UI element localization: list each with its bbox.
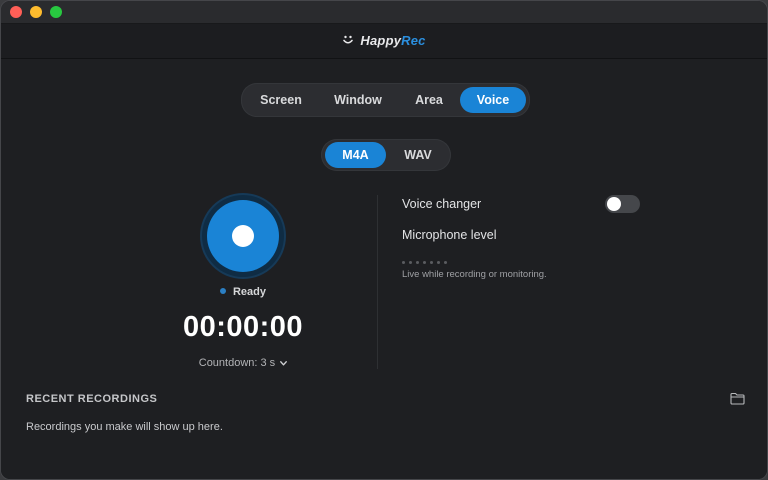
mode-screen-tab[interactable]: Screen [245,87,317,113]
record-icon [232,225,254,247]
status-dot-icon [219,288,226,294]
microphone-level-label: Microphone level [402,228,497,242]
microphone-level-meter [402,261,451,264]
chevron-down-icon [280,358,288,368]
meter-dot [402,261,405,264]
main-panel: Screen Window Area Voice M4A WAV Ready 0… [1,59,767,479]
recording-status: Ready [201,286,285,298]
folder-icon[interactable] [730,392,745,405]
window-titlebar[interactable] [1,1,767,24]
format-m4a-tab[interactable]: M4A [325,142,386,168]
recording-timer: 00:00:00 [182,311,304,343]
meter-dot [409,261,412,264]
meter-dot [423,261,426,264]
mode-area-tab[interactable]: Area [399,87,459,113]
status-text: Ready [232,286,267,298]
mode-window-tab[interactable]: Window [317,87,399,113]
countdown-label: Countdown: 3 s [198,357,276,369]
app-window: HappyRec Screen Window Area Voice M4A WA… [0,0,768,480]
smile-icon [342,34,354,49]
format-wav-tab[interactable]: WAV [389,142,447,168]
meter-dot [416,261,419,264]
app-header: HappyRec [1,24,767,59]
brand-name-accent: Rec [401,33,426,48]
voice-changer-label: Voice changer [402,197,482,211]
maximize-window-button[interactable] [50,6,62,18]
minimize-window-button[interactable] [30,6,42,18]
meter-dot [430,261,433,264]
recent-recordings-empty: Recordings you make will show up here. [26,421,223,433]
microphone-level-hint: Live while recording or monitoring. [402,269,547,280]
recent-recordings-title: RECENT RECORDINGS [26,393,158,405]
mode-voice-tab[interactable]: Voice [460,87,526,113]
meter-dot [437,261,440,264]
brand-name: Happy [360,33,402,48]
capture-mode-selector: Screen Window Area Voice [241,83,530,117]
vertical-divider [377,195,378,369]
record-button[interactable] [207,200,279,272]
app-brand: HappyRec [1,33,767,49]
meter-dot [444,261,447,264]
countdown-dropdown[interactable]: Countdown: 3 s [171,357,315,369]
voice-changer-toggle[interactable] [605,195,640,213]
toggle-knob [607,197,621,211]
close-window-button[interactable] [10,6,22,18]
audio-format-selector: M4A WAV [321,139,451,171]
